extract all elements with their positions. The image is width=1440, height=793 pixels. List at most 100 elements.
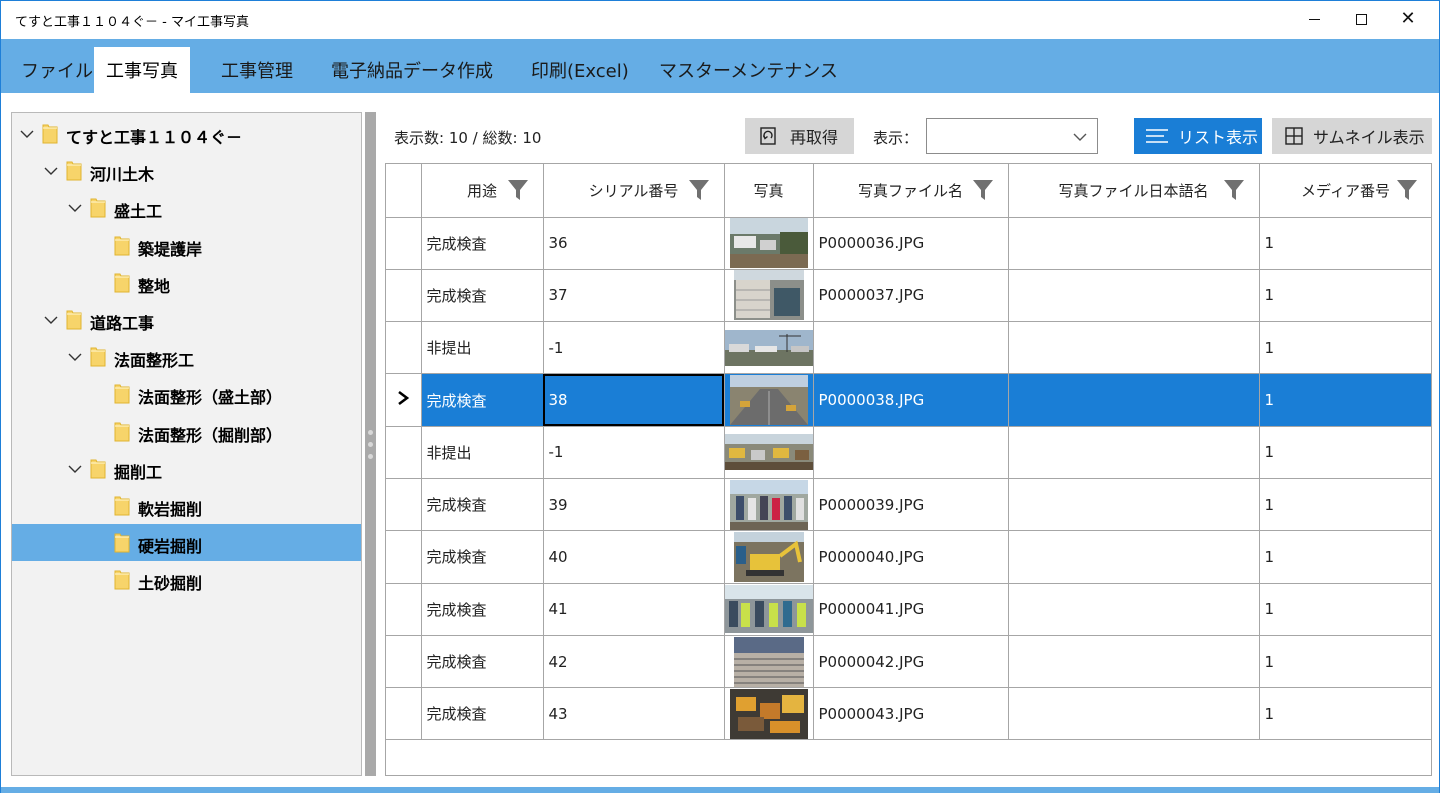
serial-cell[interactable]: -1 xyxy=(543,426,725,479)
filename-cell[interactable] xyxy=(813,321,1009,375)
menu-file[interactable]: ファイル xyxy=(9,47,105,93)
display-select[interactable] xyxy=(926,118,1098,154)
serial-cell[interactable]: 42 xyxy=(543,635,725,689)
row-indicator[interactable] xyxy=(386,530,422,584)
photo-cell[interactable] xyxy=(724,373,814,427)
usage-cell[interactable]: 完成検査 xyxy=(421,687,544,741)
row-indicator[interactable] xyxy=(386,269,422,323)
filename-cell[interactable]: P0000043.JPG xyxy=(813,687,1009,741)
jp-filename-cell[interactable] xyxy=(1008,687,1260,741)
jp-filename-cell[interactable] xyxy=(1008,217,1260,270)
filename-cell[interactable]: P0000036.JPG xyxy=(813,217,1009,270)
thumbnail-view-button[interactable]: サムネイル表示 xyxy=(1272,118,1432,154)
serial-cell[interactable]: 40 xyxy=(543,530,725,584)
filter-icon[interactable] xyxy=(1396,178,1418,206)
menu-print-excel[interactable]: 印刷(Excel) xyxy=(519,47,641,93)
tree-node[interactable]: てすと工事１１０４ぐ－ xyxy=(12,115,361,152)
row-indicator[interactable] xyxy=(386,687,422,741)
photo-cell[interactable] xyxy=(724,321,814,375)
column-header-usage[interactable]: 用途 xyxy=(421,164,544,218)
menu-master-maintenance[interactable]: マスターメンテナンス xyxy=(647,47,850,93)
usage-cell[interactable]: 完成検査 xyxy=(421,478,544,532)
row-indicator[interactable] xyxy=(386,583,422,636)
media-cell[interactable]: 1 xyxy=(1259,583,1431,636)
table-row[interactable]: 完成検査 41 P0000041.JPG 1 xyxy=(386,583,1431,636)
media-cell[interactable]: 1 xyxy=(1259,530,1431,584)
serial-cell[interactable]: 41 xyxy=(543,583,725,636)
column-header-filename[interactable]: 写真ファイル名 xyxy=(813,164,1009,218)
serial-cell[interactable]: 43 xyxy=(543,687,725,741)
usage-cell[interactable]: 完成検査 xyxy=(421,635,544,689)
filename-cell[interactable]: P0000041.JPG xyxy=(813,583,1009,636)
table-row[interactable]: 完成検査 43 P0000043.JPG 1 xyxy=(386,687,1431,741)
chevron-down-icon[interactable] xyxy=(68,201,82,215)
menu-electronic-delivery[interactable]: 電子納品データ作成 xyxy=(319,47,505,93)
table-row[interactable]: 完成検査 42 P0000042.JPG 1 xyxy=(386,635,1431,689)
usage-cell[interactable]: 完成検査 xyxy=(421,217,544,270)
filename-cell[interactable]: P0000040.JPG xyxy=(813,530,1009,584)
filename-cell[interactable]: P0000039.JPG xyxy=(813,478,1009,532)
media-cell[interactable]: 1 xyxy=(1259,217,1431,270)
menu-construction-management[interactable]: 工事管理 xyxy=(209,47,305,93)
chevron-down-icon[interactable] xyxy=(68,462,82,476)
table-row[interactable]: 非提出 -1 1 xyxy=(386,426,1431,479)
tree-node[interactable]: 法面整形工 xyxy=(12,338,361,375)
column-header-media[interactable]: メディア番号 xyxy=(1259,164,1431,218)
row-indicator[interactable] xyxy=(386,217,422,270)
column-header-jp-filename[interactable]: 写真ファイル日本語名 xyxy=(1008,164,1260,218)
filter-icon[interactable] xyxy=(1223,178,1245,206)
media-cell[interactable]: 1 xyxy=(1259,373,1431,427)
photo-cell[interactable] xyxy=(724,583,814,636)
table-row[interactable]: 完成検査 37 P0000037.JPG 1 xyxy=(386,269,1431,323)
jp-filename-cell[interactable] xyxy=(1008,426,1260,479)
row-indicator[interactable] xyxy=(386,478,422,532)
tree-node[interactable]: 築堤護岸 xyxy=(12,227,361,264)
jp-filename-cell[interactable] xyxy=(1008,635,1260,689)
photo-cell[interactable] xyxy=(724,426,814,479)
filter-icon[interactable] xyxy=(507,178,529,206)
chevron-down-icon[interactable] xyxy=(20,127,34,141)
row-indicator[interactable] xyxy=(386,635,422,689)
media-cell[interactable]: 1 xyxy=(1259,426,1431,479)
row-indicator[interactable] xyxy=(386,321,422,375)
photo-cell[interactable] xyxy=(724,687,814,741)
refresh-button[interactable]: 再取得 xyxy=(745,118,854,154)
usage-cell[interactable]: 非提出 xyxy=(421,321,544,375)
jp-filename-cell[interactable] xyxy=(1008,373,1260,427)
usage-cell[interactable]: 非提出 xyxy=(421,426,544,479)
tree-node[interactable]: 道路工事 xyxy=(12,301,361,338)
photo-cell[interactable] xyxy=(724,530,814,584)
photo-cell[interactable] xyxy=(724,635,814,689)
media-cell[interactable]: 1 xyxy=(1259,321,1431,375)
filter-icon[interactable] xyxy=(972,178,994,206)
filter-icon[interactable] xyxy=(688,178,710,206)
tree-node[interactable]: 硬岩掘削 xyxy=(12,524,361,562)
media-cell[interactable]: 1 xyxy=(1259,269,1431,323)
usage-cell[interactable]: 完成検査 xyxy=(421,530,544,584)
filename-cell[interactable]: P0000042.JPG xyxy=(813,635,1009,689)
chevron-down-icon[interactable] xyxy=(68,350,82,364)
table-row[interactable]: 完成検査 39 P0000039.JPG 1 xyxy=(386,478,1431,532)
serial-cell[interactable]: -1 xyxy=(543,321,725,375)
table-row[interactable]: 非提出 -1 1 xyxy=(386,321,1431,375)
minimize-button[interactable] xyxy=(1291,1,1337,37)
media-cell[interactable]: 1 xyxy=(1259,635,1431,689)
tree-node[interactable]: 法面整形（掘削部） xyxy=(12,413,361,450)
serial-cell[interactable]: 37 xyxy=(543,269,725,323)
photo-cell[interactable] xyxy=(724,269,814,323)
chevron-down-icon[interactable] xyxy=(44,164,58,178)
serial-cell[interactable]: 39 xyxy=(543,478,725,532)
serial-cell[interactable]: 38 xyxy=(543,373,725,427)
photo-cell[interactable] xyxy=(724,478,814,532)
jp-filename-cell[interactable] xyxy=(1008,321,1260,375)
list-view-button[interactable]: リスト表示 xyxy=(1134,118,1262,154)
column-header-serial[interactable]: シリアル番号 xyxy=(543,164,725,218)
usage-cell[interactable]: 完成検査 xyxy=(421,269,544,323)
usage-cell[interactable]: 完成検査 xyxy=(421,583,544,636)
jp-filename-cell[interactable] xyxy=(1008,530,1260,584)
jp-filename-cell[interactable] xyxy=(1008,583,1260,636)
tree-node[interactable]: 土砂掘削 xyxy=(12,561,361,598)
tree-node[interactable]: 整地 xyxy=(12,264,361,301)
tree-node[interactable]: 盛土工 xyxy=(12,189,361,226)
table-row[interactable]: 完成検査 38 P0000038.JPG 1 xyxy=(386,373,1431,427)
